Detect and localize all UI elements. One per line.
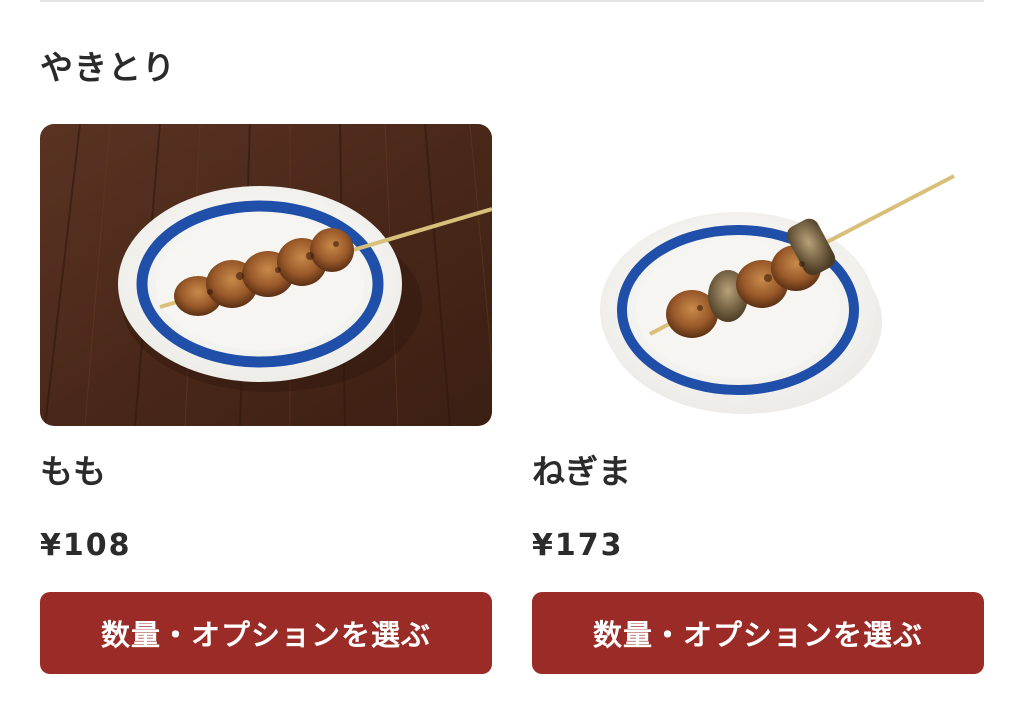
- item-name: もも: [40, 452, 106, 491]
- section-title: やきとり: [40, 48, 176, 87]
- section-divider: [40, 0, 984, 2]
- item-price: ¥173: [532, 528, 624, 563]
- item-price: ¥108: [40, 528, 132, 563]
- item-photo[interactable]: [532, 124, 984, 426]
- item-photo[interactable]: [40, 124, 492, 426]
- select-options-button[interactable]: 数量・オプションを選ぶ: [532, 592, 984, 674]
- yakitori-momo-image: [40, 124, 492, 426]
- menu-page: やきとり もも ¥108 数量・オプションを選ぶ ねぎま ¥173 数量・オプシ…: [0, 0, 1024, 722]
- yakitori-negima-image: [532, 124, 984, 426]
- select-options-button[interactable]: 数量・オプションを選ぶ: [40, 592, 492, 674]
- menu-item-card: もも ¥108 数量・オプションを選ぶ: [40, 124, 492, 674]
- item-name: ねぎま: [532, 452, 631, 491]
- menu-item-card: ねぎま ¥173 数量・オプションを選ぶ: [532, 124, 984, 674]
